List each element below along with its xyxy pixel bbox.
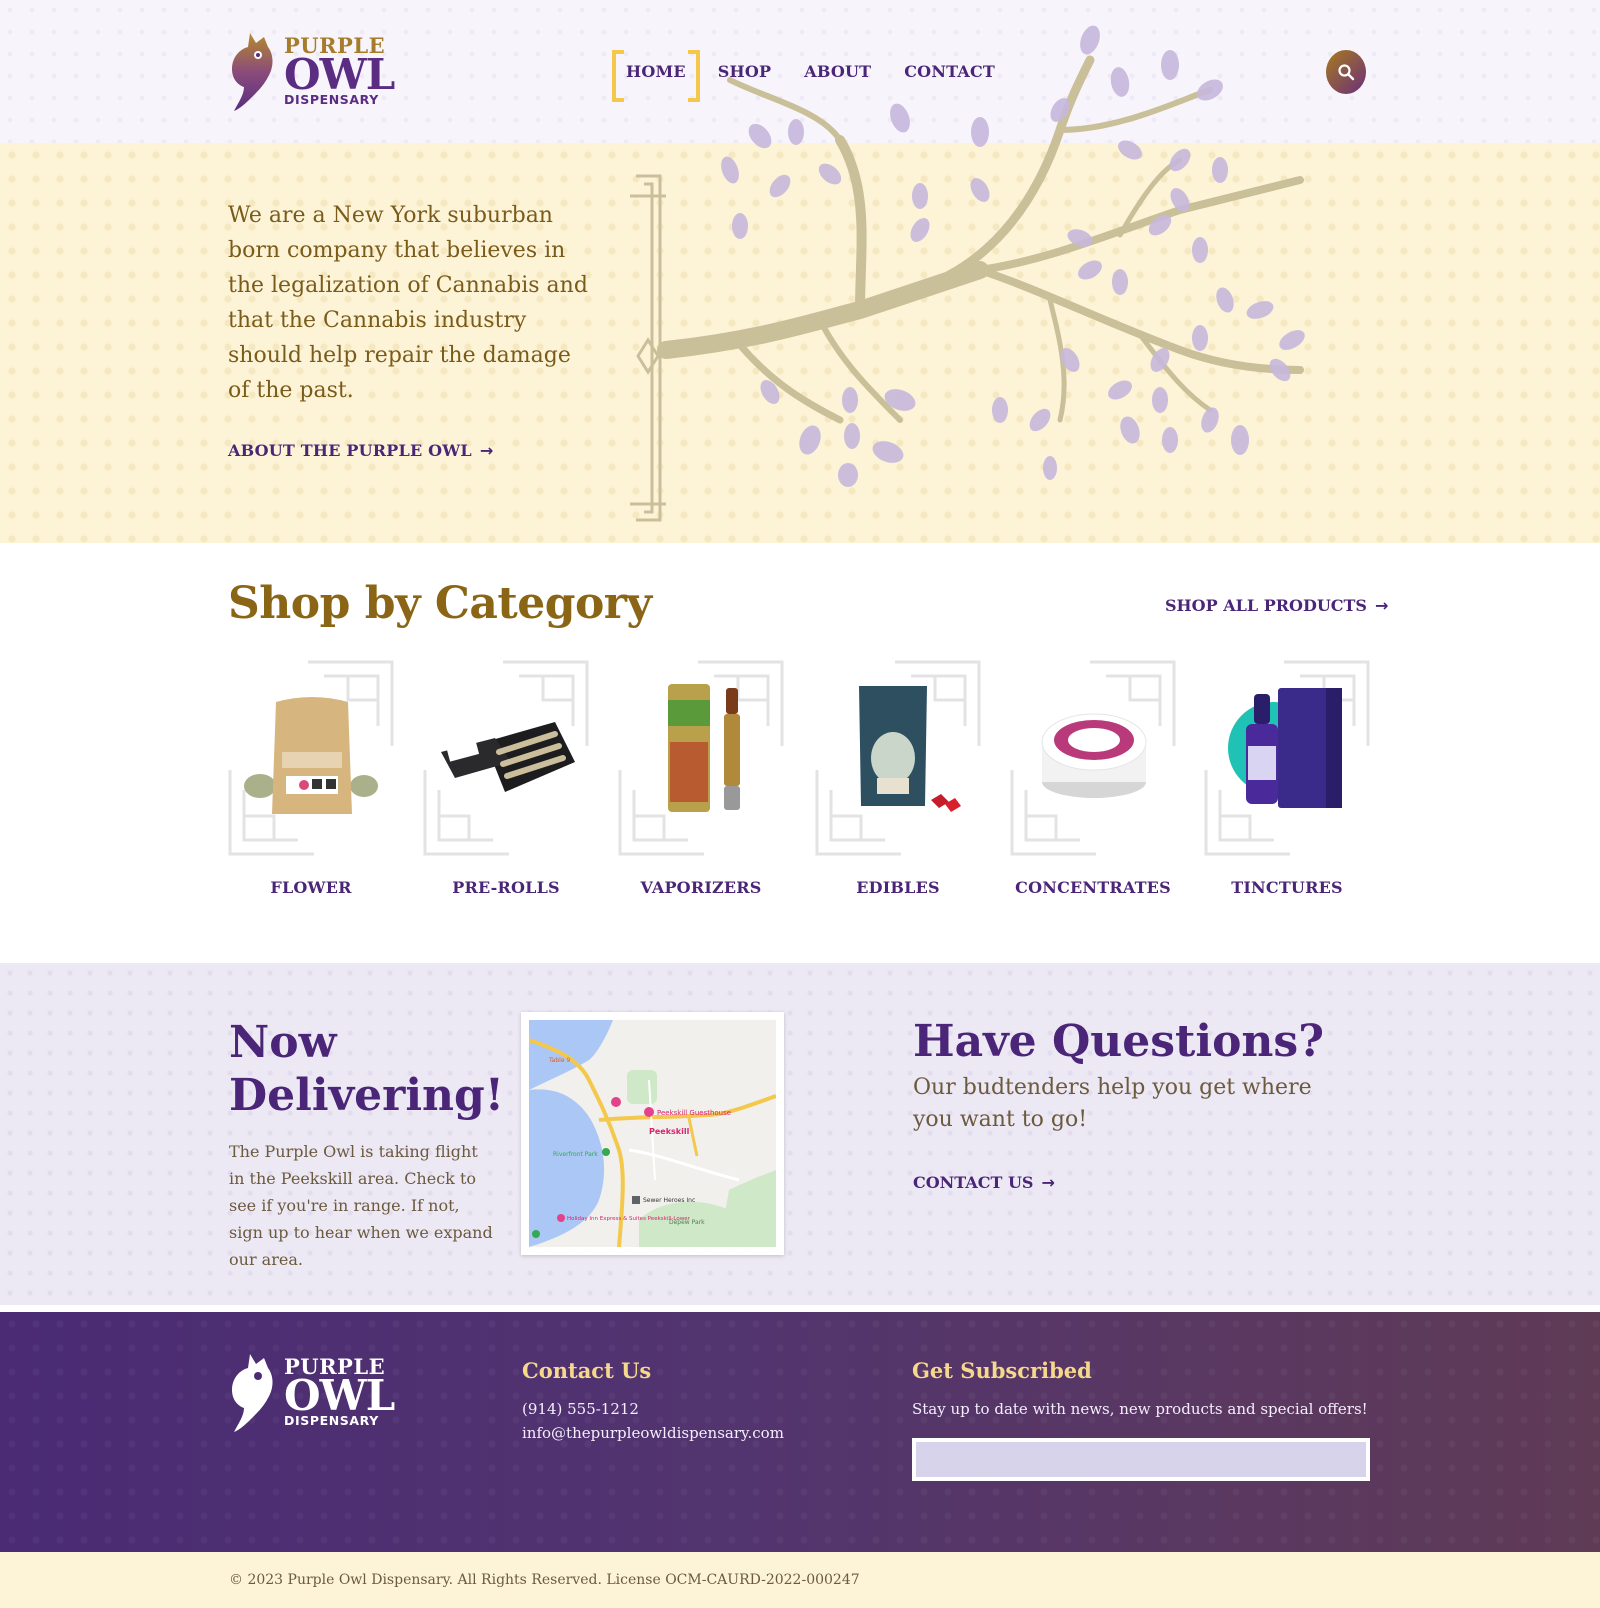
footer-subscribe-title: Get Subscribed — [912, 1358, 1092, 1383]
category-concentrates[interactable]: CONCENTRATES — [1010, 660, 1176, 897]
category-label: FLOWER — [270, 878, 352, 897]
about-link-label: ABOUT THE PURPLE OWL — [228, 441, 472, 460]
category-label: PRE-ROLLS — [452, 878, 560, 897]
footer-email[interactable]: info@thepurpleowldispensary.com — [522, 1424, 784, 1442]
flower-product-image — [244, 697, 378, 814]
delivery-map[interactable]: Peekskill Guesthouse Peekskill Riverfron… — [521, 1012, 784, 1255]
category-flower[interactable]: FLOWER — [228, 660, 394, 897]
logo-line-3: DISPENSARY — [284, 1413, 379, 1429]
contact-us-link[interactable]: CONTACT US → — [913, 1173, 1055, 1192]
logo-line-2: OWL — [284, 50, 395, 100]
hero-text: We are a New York suburban born company … — [228, 203, 588, 403]
map-place-label: Depew Park — [669, 1219, 705, 1226]
pre-roll-product-image — [441, 722, 575, 792]
shop-all-label: SHOP ALL PRODUCTS — [1165, 596, 1367, 615]
site-logo[interactable]: PURPLE OWL DISPENSARY — [228, 29, 395, 113]
category-label: EDIBLES — [856, 878, 940, 897]
arrow-right-icon: → — [479, 441, 494, 460]
arrow-right-icon: → — [1374, 596, 1389, 615]
subscribe-email-input[interactable] — [916, 1442, 1366, 1477]
map-image: Peekskill Guesthouse Peekskill Riverfron… — [528, 1020, 777, 1248]
footer-subscribe-text: Stay up to date with news, new products … — [912, 1400, 1368, 1418]
arrow-right-icon: → — [1041, 1173, 1055, 1192]
footer-phone[interactable]: (914) 555-1212 — [522, 1400, 639, 1418]
concentrate-product-image — [1041, 713, 1147, 798]
tree-illustration-icon — [630, 25, 1305, 522]
about-link[interactable]: ABOUT THE PURPLE OWL → — [228, 441, 493, 460]
category-label: CONCENTRATES — [1015, 878, 1171, 897]
category-section-title: Shop by Category — [228, 578, 652, 629]
category-edibles[interactable]: EDIBLES — [815, 660, 981, 897]
category-vaporizers[interactable]: VAPORIZERS — [618, 660, 784, 897]
tincture-product-image — [1228, 688, 1342, 808]
map-place-label: Table 9 — [548, 1057, 570, 1064]
delivery-text: The Purple Owl is taking flight in the P… — [229, 1142, 493, 1269]
copyright-bar: © 2023 Purple Owl Dispensary. All Rights… — [0, 1552, 1600, 1608]
shop-all-link[interactable]: SHOP ALL PRODUCTS → — [1165, 596, 1388, 615]
contact-us-label: CONTACT US — [913, 1173, 1034, 1192]
map-place-label: Sewer Heroes Inc — [643, 1197, 695, 1204]
subscribe-field-wrapper — [912, 1438, 1370, 1481]
category-label: TINCTURES — [1231, 878, 1343, 897]
vaporizer-product-image — [668, 684, 740, 812]
map-place-label: Peekskill Guesthouse — [657, 1109, 731, 1117]
logo-line-3: DISPENSARY — [284, 92, 379, 108]
footer-logo[interactable]: PURPLE OWL DISPENSARY — [228, 1350, 395, 1434]
category-tinctures[interactable]: TINCTURES — [1204, 660, 1370, 897]
category-grid: FLOWER PRE-ROLLS VAPORIZERS EDIBLES CONC… — [228, 660, 1370, 900]
questions-text: Our budtenders help you get where you wa… — [913, 1075, 1312, 1132]
delivery-title: Now Delivering! — [229, 1017, 505, 1121]
questions-title: Have Questions? — [913, 1016, 1324, 1067]
map-place-label: Riverfront Park — [553, 1151, 598, 1158]
footer-contact-title: Contact Us — [522, 1358, 652, 1383]
logo-line-2: OWL — [284, 1371, 395, 1421]
owl-logo-icon — [232, 33, 273, 111]
copyright-text: © 2023 Purple Owl Dispensary. All Rights… — [229, 1572, 860, 1588]
category-label: VAPORIZERS — [640, 878, 762, 897]
owl-logo-icon — [232, 1354, 273, 1432]
edible-product-image — [859, 686, 961, 812]
category-pre-rolls[interactable]: PRE-ROLLS — [423, 660, 589, 897]
map-town-label: Peekskill — [649, 1127, 690, 1136]
